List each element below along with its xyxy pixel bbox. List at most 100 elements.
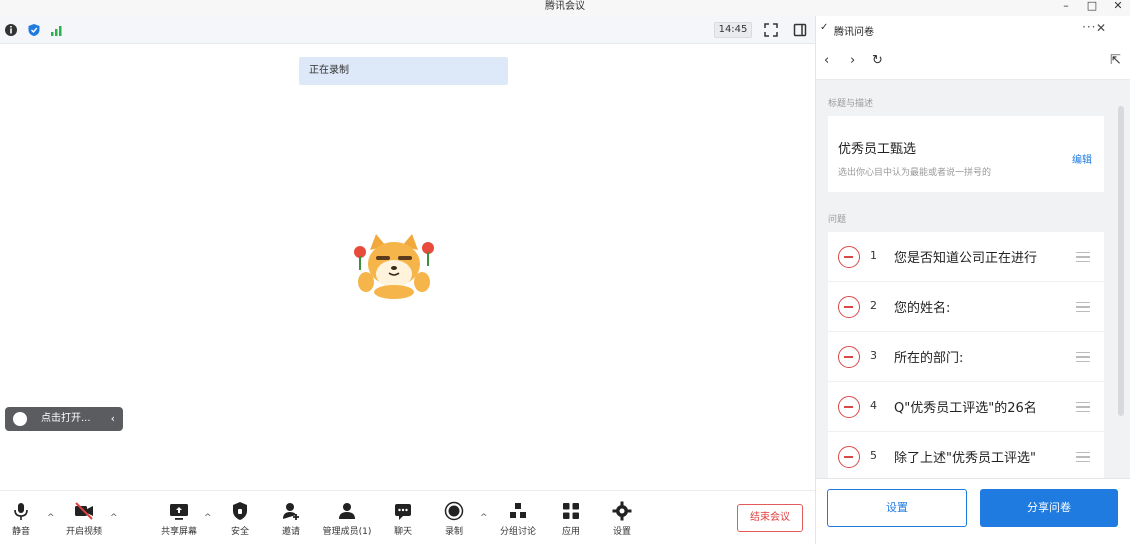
question-number: 5 — [870, 449, 877, 462]
apps-icon — [563, 503, 579, 519]
check-icon: ✓ — [820, 22, 829, 33]
remove-question-icon[interactable] — [838, 446, 860, 468]
forward-icon[interactable]: › — [850, 53, 855, 68]
minimize-button[interactable]: – — [1052, 0, 1080, 14]
screen-share-icon — [170, 504, 188, 520]
apps-label: 应用 — [561, 527, 580, 537]
question-text: 所在的部门: — [894, 351, 964, 366]
apps-button[interactable]: 应用 — [547, 501, 595, 541]
survey-panel-header: ✓ 腾讯问卷 ··· ✕ — [816, 16, 1130, 44]
layout-icon[interactable] — [792, 22, 808, 38]
end-meeting-button[interactable]: 结束会议 — [737, 504, 803, 532]
more-options-icon[interactable]: ··· — [1082, 20, 1096, 34]
question-item[interactable]: 2 您的姓名: — [828, 282, 1104, 332]
floating-panel-toggle[interactable]: 点击打开... ‹ — [5, 407, 123, 431]
question-text: 您是否知道公司正在进行 — [894, 251, 1038, 266]
share-survey-button[interactable]: 分享问卷 — [980, 489, 1118, 527]
video-off-icon — [75, 502, 93, 520]
drag-handle-icon[interactable] — [1076, 252, 1090, 262]
security-label: 安全 — [230, 527, 249, 537]
share-options-caret[interactable]: ^ — [204, 513, 212, 523]
shield-icon[interactable] — [27, 23, 41, 37]
question-item[interactable]: 3 所在的部门: — [828, 332, 1104, 382]
question-number: 2 — [870, 299, 877, 312]
meeting-info-strip: 14:45 — [0, 16, 815, 44]
question-item[interactable]: 1 您是否知道公司正在进行 — [828, 232, 1104, 282]
survey-description: 选出你心目中认为最能或者说一拼号的 — [838, 168, 992, 178]
survey-title: 优秀员工甄选 — [838, 142, 917, 157]
back-icon[interactable]: ‹ — [824, 53, 829, 68]
expand-icon[interactable]: ⇱ — [1110, 53, 1121, 68]
edit-link[interactable]: 编辑 — [1072, 151, 1092, 166]
question-item[interactable]: 4 Q"优秀员工评选"的26名 — [828, 382, 1104, 432]
drag-handle-icon[interactable] — [1076, 352, 1090, 362]
breakout-button[interactable]: 分组讨论 — [494, 501, 542, 541]
meeting-clock: 14:45 — [714, 22, 752, 38]
signal-icon[interactable] — [50, 23, 64, 37]
mute-button[interactable]: 静音 — [0, 501, 45, 541]
remove-question-icon[interactable] — [838, 396, 860, 418]
maximize-button[interactable]: □ — [1078, 0, 1106, 14]
chat-label: 聊天 — [393, 527, 412, 537]
window-title: 腾讯会议 — [545, 1, 585, 12]
survey-panel: ✓ 腾讯问卷 ··· ✕ ‹ › ↻ ⇱ 标题与描述 优秀员工甄选 选出你心目中… — [815, 16, 1130, 544]
drag-handle-icon[interactable] — [1076, 302, 1090, 312]
meeting-toolbar: 静音 ^ 开启视频 ^ 共享屏幕 ^ 安全 邀请 管理成员(1) 聊天 录制 ^… — [0, 490, 815, 544]
window-titlebar: 腾讯会议 – □ ✕ — [0, 0, 1130, 16]
fullscreen-icon[interactable] — [763, 22, 779, 38]
security-button[interactable]: 安全 — [216, 501, 264, 541]
close-panel-icon[interactable]: ✕ — [1096, 21, 1106, 35]
chat-button[interactable]: 聊天 — [379, 501, 427, 541]
remove-question-icon[interactable] — [838, 296, 860, 318]
manage-members-label: 管理成员(1) — [322, 527, 372, 537]
question-text: 除了上述"优秀员工评选" — [894, 451, 1036, 466]
survey-panel-title: 腾讯问卷 — [834, 27, 874, 38]
record-options-caret[interactable]: ^ — [480, 513, 488, 523]
question-number: 3 — [870, 349, 877, 362]
microphone-icon — [14, 503, 28, 520]
invite-label: 邀请 — [281, 527, 300, 537]
record-icon — [444, 501, 464, 521]
drag-handle-icon[interactable] — [1076, 402, 1090, 412]
close-window-button[interactable]: ✕ — [1104, 0, 1130, 14]
remove-question-icon[interactable] — [838, 246, 860, 268]
invite-button[interactable]: 邀请 — [267, 501, 315, 541]
user-dot-icon — [13, 412, 27, 426]
video-options-caret[interactable]: ^ — [110, 513, 118, 523]
video-label: 开启视频 — [65, 527, 102, 537]
question-text: Q"优秀员工评选"的26名 — [894, 401, 1037, 416]
screen-share-label: 共享屏幕 — [160, 527, 197, 537]
question-number: 1 — [870, 249, 877, 262]
video-button[interactable]: 开启视频 — [60, 501, 108, 541]
survey-title-card[interactable]: 优秀员工甄选 选出你心目中认为最能或者说一拼号的 编辑 — [828, 116, 1104, 192]
gear-icon — [612, 501, 632, 521]
remove-question-icon[interactable] — [838, 346, 860, 368]
question-number: 4 — [870, 399, 877, 412]
breakout-icon — [510, 503, 526, 518]
record-button[interactable]: 录制 — [430, 501, 478, 541]
refresh-icon[interactable]: ↻ — [872, 53, 883, 68]
question-item[interactable]: 5 除了上述"优秀员工评选" — [828, 432, 1104, 482]
mute-label: 静音 — [11, 527, 30, 537]
survey-settings-button[interactable]: 设置 — [827, 489, 967, 527]
recording-banner: 正在录制 — [299, 57, 508, 85]
survey-panel-nav: ‹ › ↻ ⇱ — [816, 44, 1130, 80]
record-label: 录制 — [444, 527, 463, 537]
title-section-label: 标题与描述 — [828, 99, 874, 109]
shield-icon — [233, 502, 247, 520]
invite-icon — [283, 503, 299, 520]
question-text: 您的姓名: — [894, 301, 951, 316]
survey-panel-footer: 设置 分享问卷 — [816, 478, 1130, 544]
settings-button[interactable]: 设置 — [598, 501, 646, 541]
settings-label: 设置 — [612, 527, 631, 537]
drag-handle-icon[interactable] — [1076, 452, 1090, 462]
members-icon — [339, 503, 355, 519]
mute-options-caret[interactable]: ^ — [47, 513, 55, 523]
manage-members-button[interactable]: 管理成员(1) — [315, 501, 379, 541]
chevron-left-icon: ‹ — [110, 412, 115, 425]
questions-section-label: 问题 — [828, 215, 847, 225]
screen-share-button[interactable]: 共享屏幕 — [155, 501, 203, 541]
info-icon[interactable] — [4, 23, 18, 37]
panel-scrollbar[interactable] — [1118, 106, 1124, 416]
floating-panel-text: 点击打开... — [41, 413, 91, 424]
